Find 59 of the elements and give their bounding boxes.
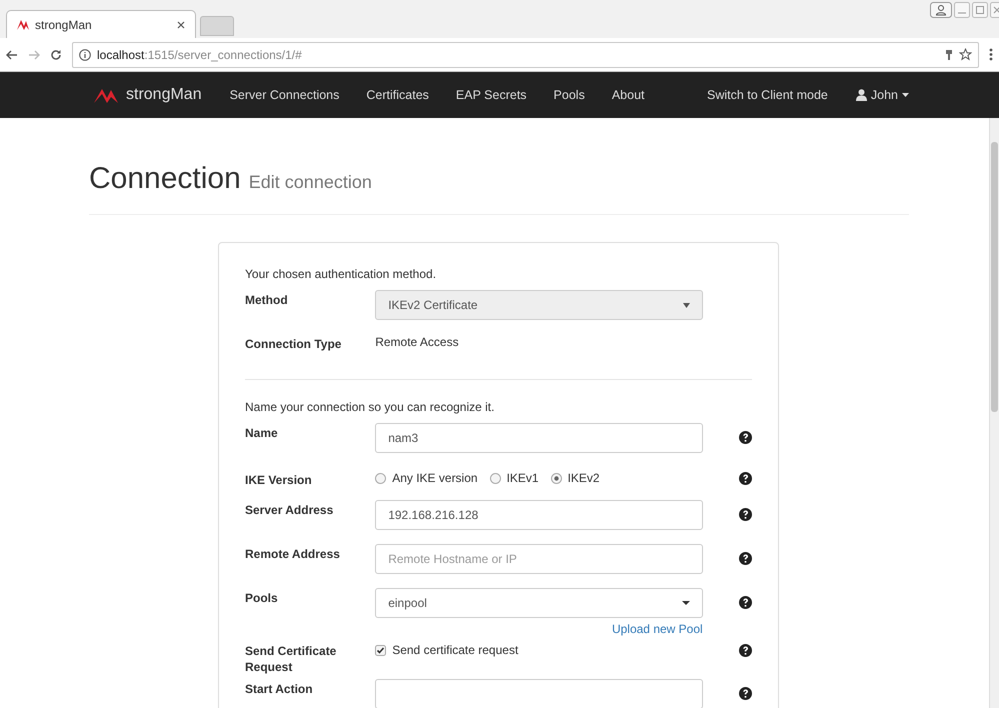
checkbox-label: Send certificate request [392,643,518,657]
help-icon[interactable] [739,596,752,609]
user-icon [856,89,867,101]
info-icon [79,48,91,60]
section-intro: Your chosen authentication method. [245,267,436,281]
checkbox[interactable] [375,644,386,656]
profile-icon[interactable] [930,2,952,18]
help-icon[interactable] [739,472,752,485]
nav-link[interactable]: About [612,88,644,102]
minimize-icon[interactable] [954,2,970,18]
field-label: Send Certificate Request [245,644,336,674]
back-icon[interactable] [6,50,18,60]
input-field[interactable]: nam3 [375,423,703,453]
switch-mode-link[interactable]: Switch to Client mode [707,88,828,102]
nav-link[interactable]: Certificates [366,88,429,102]
help-icon[interactable] [739,687,752,700]
input-field[interactable]: 192.168.216.128 [375,500,703,530]
reload-icon[interactable] [50,48,62,60]
help-icon[interactable] [739,644,752,657]
field-label: IKE Version [245,473,312,487]
upload-pool-link[interactable]: Upload new Pool [612,622,703,636]
field-label: Start Action [245,682,313,696]
field-label: Method [245,293,288,307]
address-bar[interactable]: localhost:1515/server_connections/1/# [72,42,979,68]
caret-icon [682,601,690,605]
radio-label: IKEv1 [506,471,539,485]
maximize-icon[interactable] [972,2,988,18]
radio-label: Any IKE version [392,471,478,485]
field-label: Pools [245,591,278,605]
field-label: Remote Address [245,547,340,561]
caret-icon [682,302,690,308]
page-subtitle: Edit connection [248,172,372,193]
section-intro: Name your connection so you can recognize it. [245,400,494,414]
help-icon[interactable] [739,508,752,521]
input-field[interactable] [375,679,703,708]
radio-label: IKEv2 [568,471,600,485]
field-label: Server Address [245,503,334,517]
menu-icon[interactable] [989,48,993,61]
help-icon[interactable] [739,552,752,565]
caret-icon [902,93,909,97]
radio-button[interactable] [490,472,501,484]
help-icon[interactable] [739,431,752,444]
close-icon[interactable] [177,20,185,28]
field-label: Connection Type [245,337,342,351]
field-value: Remote Access [375,335,459,349]
nav-link[interactable]: Pools [554,88,585,102]
nav-link[interactable]: EAP Secrets [456,88,527,102]
logo-icon [17,19,29,30]
pool-select[interactable]: einpool [375,588,703,618]
browser-tab[interactable]: strongMan [6,10,196,38]
nav-link[interactable]: Server Connections [230,88,340,102]
brand-link[interactable]: strongMan [126,86,202,104]
field-label: Name [245,426,278,440]
page-title: Connection [89,162,241,196]
radio-button[interactable] [375,472,386,484]
star-icon[interactable] [959,48,972,61]
user-menu[interactable]: John [870,88,898,102]
radio-button[interactable] [550,472,562,484]
logo-icon [94,87,118,103]
